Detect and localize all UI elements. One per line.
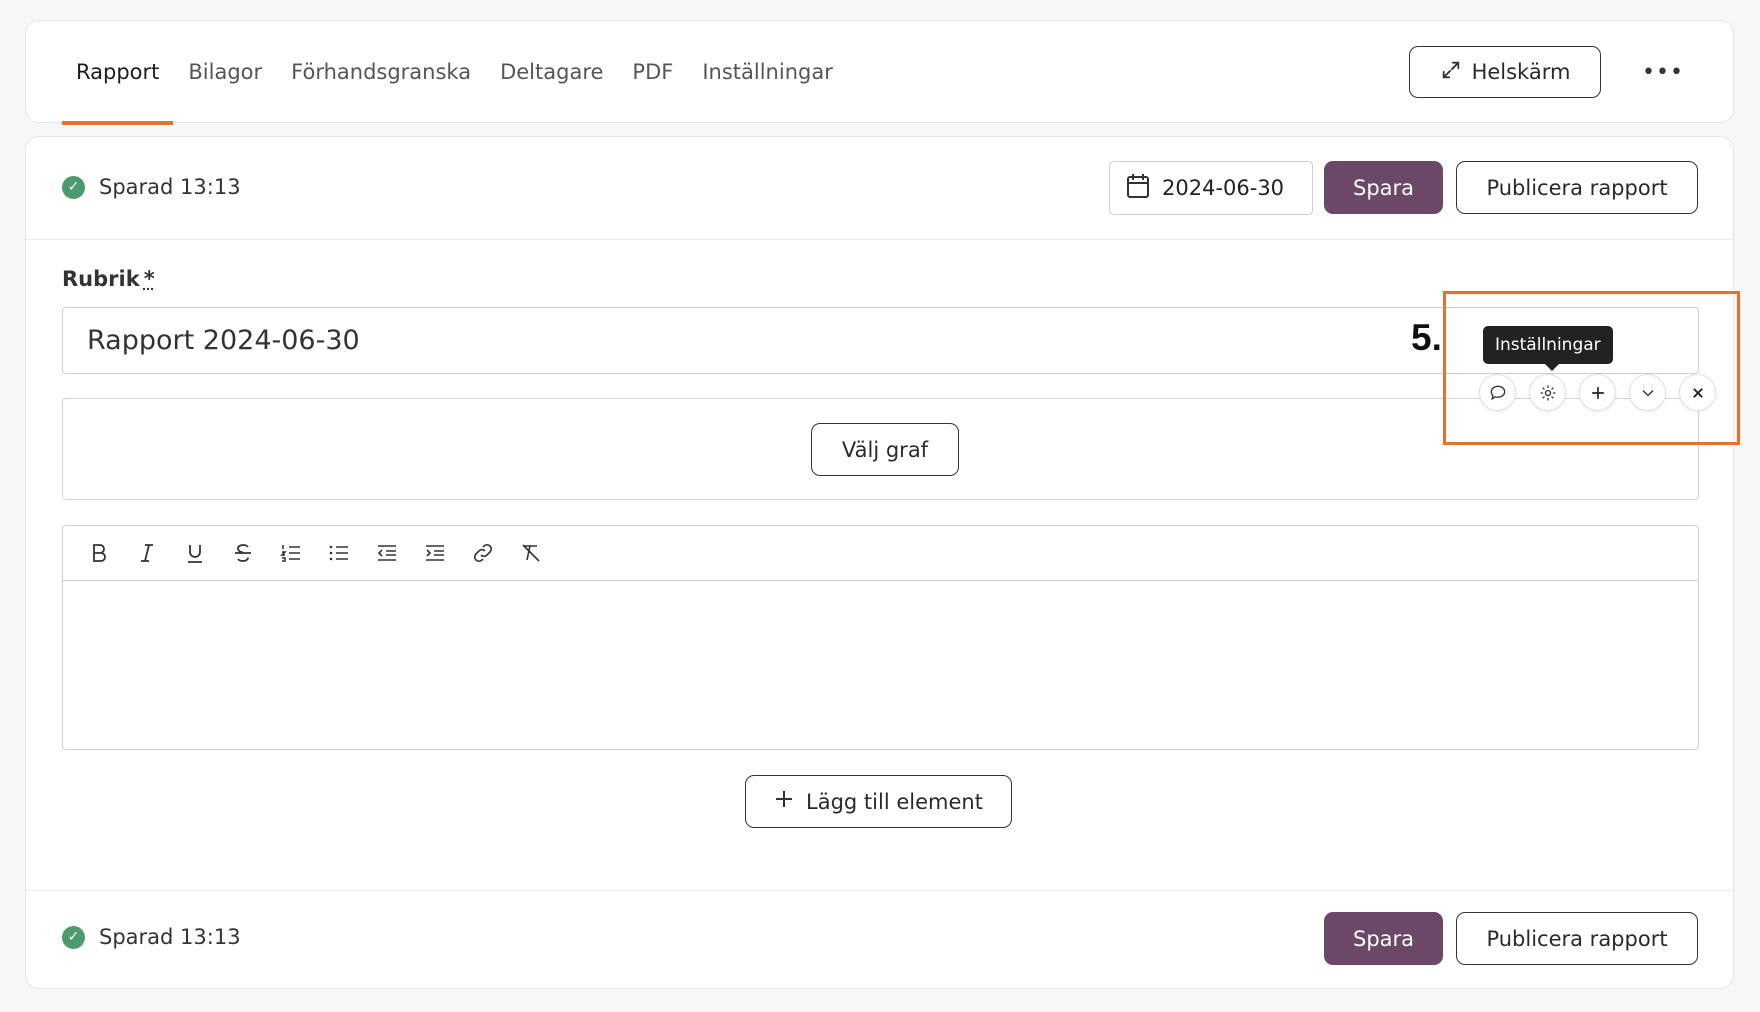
indent-button[interactable] bbox=[411, 533, 459, 573]
settings-button[interactable] bbox=[1529, 374, 1566, 411]
date-value: 2024-06-30 bbox=[1162, 176, 1285, 200]
step-annotation: 5. bbox=[1411, 317, 1442, 358]
rich-text-editor bbox=[62, 525, 1699, 750]
tab-forhandsgranska[interactable]: Förhandsgranska bbox=[291, 21, 471, 124]
bullet-list-icon bbox=[329, 545, 348, 561]
chevron-down-icon bbox=[1642, 389, 1653, 396]
bullet-list-button[interactable] bbox=[315, 533, 363, 573]
editor-content[interactable] bbox=[63, 581, 1698, 749]
outdent-icon bbox=[377, 545, 396, 561]
plus-icon bbox=[1591, 386, 1604, 399]
settings-tooltip: Inställningar bbox=[1483, 326, 1613, 371]
clear-format-button[interactable] bbox=[507, 533, 555, 573]
save-status-bottom: ✓ Sparad 13:13 bbox=[62, 925, 241, 949]
tabs-bar: Rapport Bilagor Förhandsgranska Deltagar… bbox=[25, 20, 1734, 125]
remove-button[interactable] bbox=[1679, 374, 1716, 411]
strikethrough-icon bbox=[235, 544, 251, 562]
tab-installningar[interactable]: Inställningar bbox=[702, 21, 833, 124]
link-button[interactable] bbox=[459, 533, 507, 573]
add-element-label: Lägg till element bbox=[806, 789, 983, 814]
save-status-top: ✓ Sparad 13:13 bbox=[62, 175, 241, 199]
publish-report-button[interactable]: Publicera rapport bbox=[1456, 161, 1698, 214]
save-button-bottom[interactable]: Spara bbox=[1324, 912, 1443, 965]
ordered-list-icon bbox=[280, 545, 300, 562]
saved-text: Sparad 13:13 bbox=[99, 925, 241, 949]
fullscreen-label: Helskärm bbox=[1471, 60, 1571, 84]
more-options-button[interactable]: ••• bbox=[1642, 55, 1683, 89]
tab-pdf[interactable]: PDF bbox=[632, 21, 673, 124]
fullscreen-button[interactable]: Helskärm bbox=[1409, 46, 1601, 98]
saved-text: Sparad 13:13 bbox=[99, 175, 241, 199]
plus-icon bbox=[774, 789, 794, 814]
clear-format-icon bbox=[522, 544, 540, 562]
italic-icon bbox=[141, 544, 153, 562]
tab-list: Rapport Bilagor Förhandsgranska Deltagar… bbox=[61, 21, 862, 125]
italic-button[interactable] bbox=[123, 533, 171, 573]
rubrik-value: Rapport 2024-06-30 bbox=[87, 325, 360, 356]
indent-icon bbox=[426, 545, 444, 561]
save-button[interactable]: Spara bbox=[1324, 161, 1443, 214]
comment-icon bbox=[1490, 385, 1505, 400]
required-marker: * bbox=[143, 267, 155, 291]
tab-deltagare[interactable]: Deltagare bbox=[500, 21, 603, 124]
add-element-button[interactable]: Lägg till element bbox=[745, 775, 1012, 828]
highlight-box bbox=[1443, 291, 1740, 445]
report-date-input[interactable]: 2024-06-30 bbox=[1109, 161, 1313, 215]
calendar-icon bbox=[1126, 173, 1150, 204]
underline-icon bbox=[188, 545, 202, 563]
tab-rapport[interactable]: Rapport bbox=[61, 21, 174, 125]
link-icon bbox=[473, 543, 493, 563]
tab-bilagor[interactable]: Bilagor bbox=[188, 21, 262, 124]
underline-button[interactable] bbox=[171, 533, 219, 573]
divider bbox=[26, 890, 1733, 891]
close-icon bbox=[1692, 387, 1703, 398]
bold-icon bbox=[93, 544, 106, 562]
ordered-list-button[interactable] bbox=[267, 533, 315, 573]
strikethrough-button[interactable] bbox=[219, 533, 267, 573]
outdent-button[interactable] bbox=[363, 533, 411, 573]
add-button[interactable] bbox=[1579, 374, 1616, 411]
divider bbox=[26, 239, 1733, 240]
comment-button[interactable] bbox=[1479, 374, 1516, 411]
rubrik-label: Rubrik * bbox=[62, 267, 155, 291]
check-circle-icon: ✓ bbox=[62, 925, 85, 949]
bold-button[interactable] bbox=[75, 533, 123, 573]
report-editor: ✓ Sparad 13:13 2024-06-30 Spara Publicer… bbox=[25, 136, 1734, 989]
expand-icon bbox=[1440, 59, 1462, 86]
check-circle-icon: ✓ bbox=[62, 175, 85, 199]
gear-icon bbox=[1540, 385, 1555, 400]
rubrik-label-text: Rubrik bbox=[62, 267, 140, 291]
choose-graph-button[interactable]: Välj graf bbox=[811, 423, 959, 476]
collapse-button[interactable] bbox=[1629, 374, 1666, 411]
publish-report-button-bottom[interactable]: Publicera rapport bbox=[1456, 912, 1698, 965]
editor-toolbar bbox=[63, 526, 1698, 581]
